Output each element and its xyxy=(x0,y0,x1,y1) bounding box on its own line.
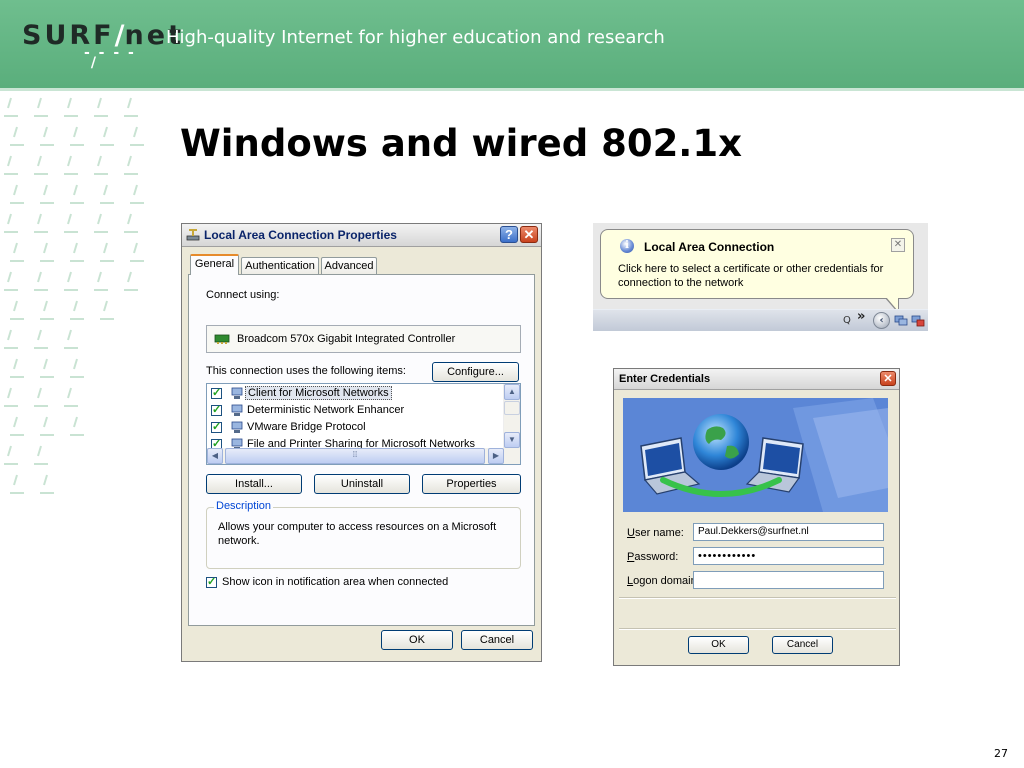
tray-text: Q xyxy=(843,315,851,326)
lan-cancel-label: Cancel xyxy=(479,634,515,646)
properties-button-label: Properties xyxy=(446,478,497,490)
description-legend: Description xyxy=(214,500,274,512)
credentials-cancel-button[interactable]: Cancel xyxy=(772,636,833,654)
item-label: VMware Bridge Protocol xyxy=(247,421,366,433)
credentials-separator-bottom xyxy=(619,628,896,630)
lan-dialog-title: Local Area Connection Properties xyxy=(204,228,397,242)
password-label: Password: xyxy=(627,551,679,563)
taskbar-tray: Q » ‹ xyxy=(593,309,928,331)
show-icon-label: Show icon in notification area when conn… xyxy=(222,576,449,588)
credentials-close-button[interactable]: ✕ xyxy=(880,371,896,386)
tray-collapse-icon[interactable]: ‹ xyxy=(873,312,890,329)
tray-notification-area: i Local Area Connection ✕ Click here to … xyxy=(593,223,928,331)
header-tagline: High-quality Internet for higher educati… xyxy=(166,27,665,48)
password-input[interactable]: •••••••••••• xyxy=(693,547,884,565)
scroll-thumb[interactable] xyxy=(504,401,520,415)
adapter-name: Broadcom 570x Gigabit Integrated Control… xyxy=(237,333,456,345)
logon-domain-label: Logon domain: xyxy=(627,575,700,587)
list-item[interactable]: Deterministic Network Enhancer xyxy=(211,403,501,419)
logo-dashes-decoration: - - - - / xyxy=(84,45,136,71)
help-button[interactable]: ? xyxy=(500,226,518,243)
credentials-title: Enter Credentials xyxy=(619,373,711,385)
scroll-left-icon[interactable]: ◀ xyxy=(207,448,223,464)
network-globe-banner-image xyxy=(623,398,888,512)
lan-cancel-button[interactable]: Cancel xyxy=(461,630,533,650)
help-icon: ? xyxy=(505,227,513,242)
adapter-field: Broadcom 570x Gigabit Integrated Control… xyxy=(206,325,521,353)
list-horizontal-scrollbar[interactable]: ◀ ⁞⁞ ▶ xyxy=(207,448,520,464)
credentials-ok-button[interactable]: OK xyxy=(688,636,749,654)
install-button[interactable]: Install... xyxy=(206,474,302,494)
credentials-separator-top xyxy=(619,597,896,599)
credentials-ok-label: OK xyxy=(711,639,726,650)
item-label: Client for Microsoft Networks xyxy=(245,386,392,400)
uninstall-button-label: Uninstall xyxy=(340,478,384,490)
header-band: SURF/net - - - - / High-quality Internet… xyxy=(0,0,1024,88)
decorative-dash-pattern xyxy=(4,97,144,494)
item-checkbox[interactable] xyxy=(211,386,222,399)
show-icon-checkbox[interactable] xyxy=(206,575,217,588)
scroll-right-icon[interactable]: ▶ xyxy=(488,448,504,464)
connection-warning-tray-icon[interactable] xyxy=(911,314,925,327)
horizontal-scroll-thumb[interactable]: ⁞⁞ xyxy=(225,448,485,464)
tab-general[interactable]: General xyxy=(190,254,239,275)
password-label-text: assword: xyxy=(634,551,679,563)
credentials-cancel-label: Cancel xyxy=(786,639,819,650)
network-protocol-icon xyxy=(231,404,243,416)
list-item[interactable]: VMware Bridge Protocol xyxy=(211,420,501,436)
page-number: 27 xyxy=(994,747,1008,760)
item-label: Deterministic Network Enhancer xyxy=(247,404,405,416)
list-item[interactable]: Client for Microsoft Networks xyxy=(211,386,501,402)
install-button-label: Install... xyxy=(235,478,273,490)
lan-ok-label: OK xyxy=(409,634,425,646)
close-icon: ✕ xyxy=(523,227,535,242)
description-groupbox: Description Allows your computer to acce… xyxy=(206,500,521,569)
enter-credentials-dialog: Enter Credentials ✕ User name: Paul.Dekk… xyxy=(613,368,900,666)
username-label-text: ser name: xyxy=(634,527,684,539)
network-adapter-icon xyxy=(214,334,230,344)
lan-ok-button[interactable]: OK xyxy=(381,630,453,650)
lan-close-button[interactable]: ✕ xyxy=(520,226,538,243)
tab-authentication[interactable]: Authentication xyxy=(241,257,319,275)
logon-domain-label-text: ogon domain: xyxy=(633,575,700,587)
uninstall-button[interactable]: Uninstall xyxy=(314,474,410,494)
slide-title: Windows and wired 802.1x xyxy=(180,122,742,165)
item-checkbox[interactable] xyxy=(211,403,222,416)
lan-properties-dialog: Local Area Connection Properties ? ✕ Gen… xyxy=(181,223,542,662)
components-list[interactable]: Client for Microsoft Networks Determinis… xyxy=(206,383,521,465)
username-input[interactable]: Paul.Dekkers@surfnet.nl xyxy=(693,523,884,541)
lan-dialog-titlebar[interactable]: Local Area Connection Properties ? ✕ xyxy=(182,224,541,247)
balloon-text: Click here to select a certificate or ot… xyxy=(618,263,884,289)
balloon-close-icon[interactable]: ✕ xyxy=(891,238,905,252)
items-label: This connection uses the following items… xyxy=(206,365,406,377)
list-vertical-scrollbar[interactable]: ▲ ▼ xyxy=(503,384,520,448)
tab-advanced[interactable]: Advanced xyxy=(321,257,377,275)
network-connection-icon xyxy=(186,229,200,241)
configure-button-label: Configure... xyxy=(447,366,504,378)
username-label: User name: xyxy=(627,527,684,539)
network-protocol-icon xyxy=(231,421,243,433)
balloon-title: Local Area Connection xyxy=(644,240,775,254)
configure-button[interactable]: Configure... xyxy=(432,362,519,382)
connect-using-label: Connect using: xyxy=(206,289,280,301)
network-client-icon xyxy=(231,387,243,399)
description-text: Allows your computer to access resources… xyxy=(218,521,497,547)
item-checkbox[interactable] xyxy=(211,420,222,433)
close-icon: ✕ xyxy=(883,373,893,385)
header-divider xyxy=(0,88,1024,91)
scroll-down-icon[interactable]: ▼ xyxy=(504,432,520,448)
properties-button[interactable]: Properties xyxy=(422,474,521,494)
info-icon: i xyxy=(620,239,634,253)
credentials-titlebar[interactable]: Enter Credentials ✕ xyxy=(614,369,899,390)
general-tab-panel: Connect using: Broadcom 570x Gigabit Int… xyxy=(188,274,535,626)
network-tray-icon[interactable] xyxy=(894,314,908,327)
logon-domain-input[interactable] xyxy=(693,571,884,589)
notification-balloon[interactable]: i Local Area Connection ✕ Click here to … xyxy=(600,229,914,299)
scroll-up-icon[interactable]: ▲ xyxy=(504,384,520,400)
tray-expand-icon[interactable]: » xyxy=(857,309,865,324)
